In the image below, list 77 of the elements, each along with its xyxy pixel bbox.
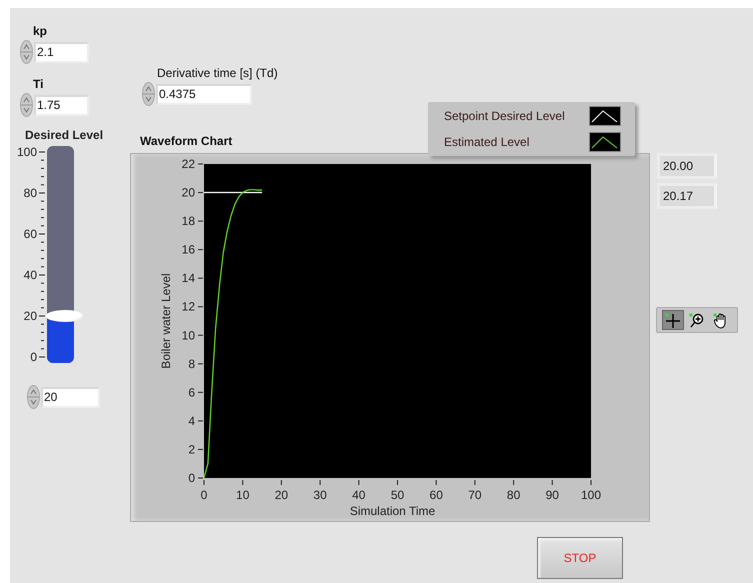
chart-title: Waveform Chart: [140, 134, 232, 148]
numeric-field[interactable]: 0.4375: [156, 84, 252, 104]
numeric-field[interactable]: 20: [41, 386, 100, 408]
y-tick-label: 0: [188, 471, 204, 485]
y-tick-label: 10: [182, 328, 204, 342]
x-tick-label: 80: [506, 480, 520, 502]
x-tick-label: 10: [236, 480, 250, 502]
x-tick-label: 60: [430, 488, 444, 502]
y-tick-label: 18: [182, 214, 204, 228]
legend-label: Estimated Level: [444, 135, 530, 149]
y-tick-label: 6: [188, 385, 204, 400]
y-tick-label: 2: [188, 442, 204, 456]
spinner-icon[interactable]: [142, 82, 155, 106]
legend-label: Setpoint Desired Level: [444, 109, 565, 123]
x-tick-label: 70: [468, 488, 482, 502]
x-tick-label: 70: [468, 480, 482, 502]
y-tick-label: 22: [182, 157, 204, 171]
digital-display: 20.17: [657, 183, 717, 209]
y-tick-label: 12: [182, 300, 204, 314]
y-tick-label: 16: [182, 242, 196, 257]
x-tick-label: 0: [200, 480, 208, 502]
scale-tick-label: 60: [24, 227, 46, 241]
y-tick-label: 12: [182, 300, 196, 314]
numeric-field[interactable]: 1.75: [34, 94, 89, 116]
spinner-icon[interactable]: [20, 93, 33, 117]
crosshair-icon: [664, 312, 682, 328]
y-tick-label: 16: [182, 242, 204, 257]
scale-tick-label: 80: [24, 186, 46, 200]
control-label: kp: [33, 24, 48, 38]
x-tick-label: 60: [430, 480, 443, 502]
x-tick-label: 50: [390, 480, 404, 502]
y-tick-label: 20: [182, 186, 196, 200]
control-label: Derivative time [s] (Td): [157, 66, 278, 80]
x-tick-label: 50: [390, 488, 404, 502]
x-tick-label: 100: [580, 488, 602, 502]
palette-button[interactable]: [662, 310, 684, 330]
y-tick-label: 14: [182, 271, 204, 286]
y-tick-label: 14: [182, 271, 196, 286]
scale-tick-label: 100: [16, 146, 46, 159]
scale-tick-label: 20: [24, 309, 46, 323]
y-tick-label: 4: [188, 414, 204, 428]
y-tick-label: 2: [188, 442, 196, 456]
x-tick-label: 100: [580, 480, 602, 502]
x-tick-label: 40: [352, 488, 366, 502]
x-tick-label: 20: [274, 488, 288, 502]
y-tick-label: 6: [188, 385, 196, 400]
y-axis-title: Boiler water Level: [159, 273, 173, 369]
y-tick-label: 22: [182, 157, 196, 171]
x-tick-label: 10: [236, 488, 250, 502]
x-tick-label: 90: [546, 480, 559, 502]
x-tick-label: 30: [313, 488, 328, 502]
x-tick-label: 80: [506, 488, 521, 502]
digital-display: 20.00: [657, 153, 717, 179]
numeric-field[interactable]: 2.1: [34, 42, 89, 62]
x-tick-label: 20: [274, 480, 288, 502]
y-tick-label: 20: [182, 186, 204, 200]
slide-thumb[interactable]: [46, 310, 83, 322]
control-label: Ti: [33, 77, 44, 91]
y-tick-label: 10: [182, 328, 196, 342]
slide-label: Desired Level: [25, 128, 104, 142]
zoom-icon: [688, 312, 706, 328]
y-tick-label: 0: [188, 471, 196, 485]
x-tick-label: 40: [352, 480, 366, 502]
plot-style-icon[interactable]: [588, 132, 621, 152]
x-axis-title: Simulation Time: [350, 504, 436, 518]
plot-style-icon[interactable]: [588, 106, 621, 126]
spinner-icon[interactable]: [27, 385, 40, 409]
spinner-icon[interactable]: [20, 40, 33, 64]
y-tick-label: 18: [182, 214, 196, 228]
scale-tick-label: 40: [24, 268, 46, 282]
x-tick-label: 90: [546, 488, 560, 502]
y-tick-label: 8: [188, 356, 196, 371]
x-tick-label: 30: [313, 480, 327, 502]
x-tick-label: 0: [200, 488, 208, 502]
scale-tick-label: 0: [30, 350, 46, 363]
y-tick-label: 8: [188, 356, 204, 371]
y-tick-label: 4: [188, 414, 196, 428]
